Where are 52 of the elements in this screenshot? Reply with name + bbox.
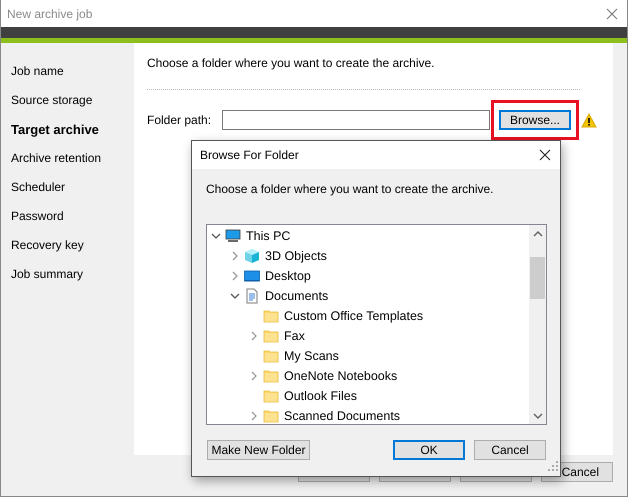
scroll-down-icon[interactable]	[532, 412, 542, 420]
scroll-up-icon[interactable]	[532, 230, 542, 238]
tree-item[interactable]: My Scans	[207, 346, 529, 366]
sidebar-item[interactable]: Recovery key	[1, 231, 134, 260]
folder-icon	[263, 408, 279, 424]
chevron-right-icon[interactable]	[248, 371, 258, 381]
chevron-down-icon[interactable]	[230, 291, 240, 301]
sidebar-item[interactable]: Archive retention	[1, 144, 134, 173]
tree-item[interactable]: OneNote Notebooks	[207, 366, 529, 386]
scroll-thumb[interactable]	[530, 257, 545, 299]
browse-button[interactable]: Browse...	[499, 110, 571, 130]
dialog-title: Browse For Folder	[200, 147, 299, 164]
sidebar-item[interactable]: Job name	[1, 57, 134, 86]
tree-item[interactable]: This PC	[207, 226, 529, 246]
sidebar-item[interactable]: Source storage	[1, 86, 134, 115]
folder-icon	[263, 368, 279, 384]
instruction-text: Choose a folder where you want to create the archive.	[147, 55, 436, 72]
folder-icon	[263, 388, 279, 404]
chevron-right-icon[interactable]	[230, 271, 240, 281]
folder-icon	[263, 328, 279, 344]
close-icon[interactable]	[539, 149, 551, 161]
tree-item[interactable]: Fax	[207, 326, 529, 346]
warning-icon	[581, 113, 597, 128]
desktop-icon	[244, 268, 260, 284]
sidebar-item[interactable]: Job summary	[1, 260, 134, 289]
sidebar-item[interactable]: Scheduler	[1, 173, 134, 202]
scrollbar[interactable]	[529, 225, 546, 424]
tree-item[interactable]: Documents	[207, 286, 529, 306]
dialog-button[interactable]: OK	[393, 440, 465, 460]
tree-item[interactable]: Scanned Documents	[207, 406, 529, 426]
resize-grip-icon[interactable]	[548, 460, 558, 471]
sidebar-item[interactable]: Password	[1, 202, 134, 231]
window-title: New archive job	[7, 6, 92, 22]
tree-item[interactable]: Desktop	[207, 266, 529, 286]
folder-icon	[263, 348, 279, 364]
cube-icon	[244, 248, 260, 264]
folder-path-label: Folder path:	[147, 112, 212, 129]
chevron-right-icon[interactable]	[248, 331, 258, 341]
chevron-down-icon[interactable]	[210, 231, 220, 241]
dialog-button[interactable]: Cancel	[474, 440, 546, 460]
document-icon	[244, 288, 260, 304]
folder-icon	[263, 308, 279, 324]
dialog-button[interactable]: Make New Folder	[207, 440, 310, 460]
sidebar-item[interactable]: Target archive	[1, 115, 134, 144]
chevron-right-icon[interactable]	[248, 411, 258, 421]
dialog-instruction: Choose a folder where you want to create the archive.	[205, 181, 494, 198]
tree-item[interactable]: Custom Office Templates	[207, 306, 529, 326]
computer-icon	[225, 228, 241, 244]
tree-item[interactable]: Outlook Files	[207, 386, 529, 406]
tree-item[interactable]: 3D Objects	[207, 246, 529, 266]
chevron-right-icon[interactable]	[230, 251, 240, 261]
folder-path-field[interactable]	[222, 110, 490, 130]
